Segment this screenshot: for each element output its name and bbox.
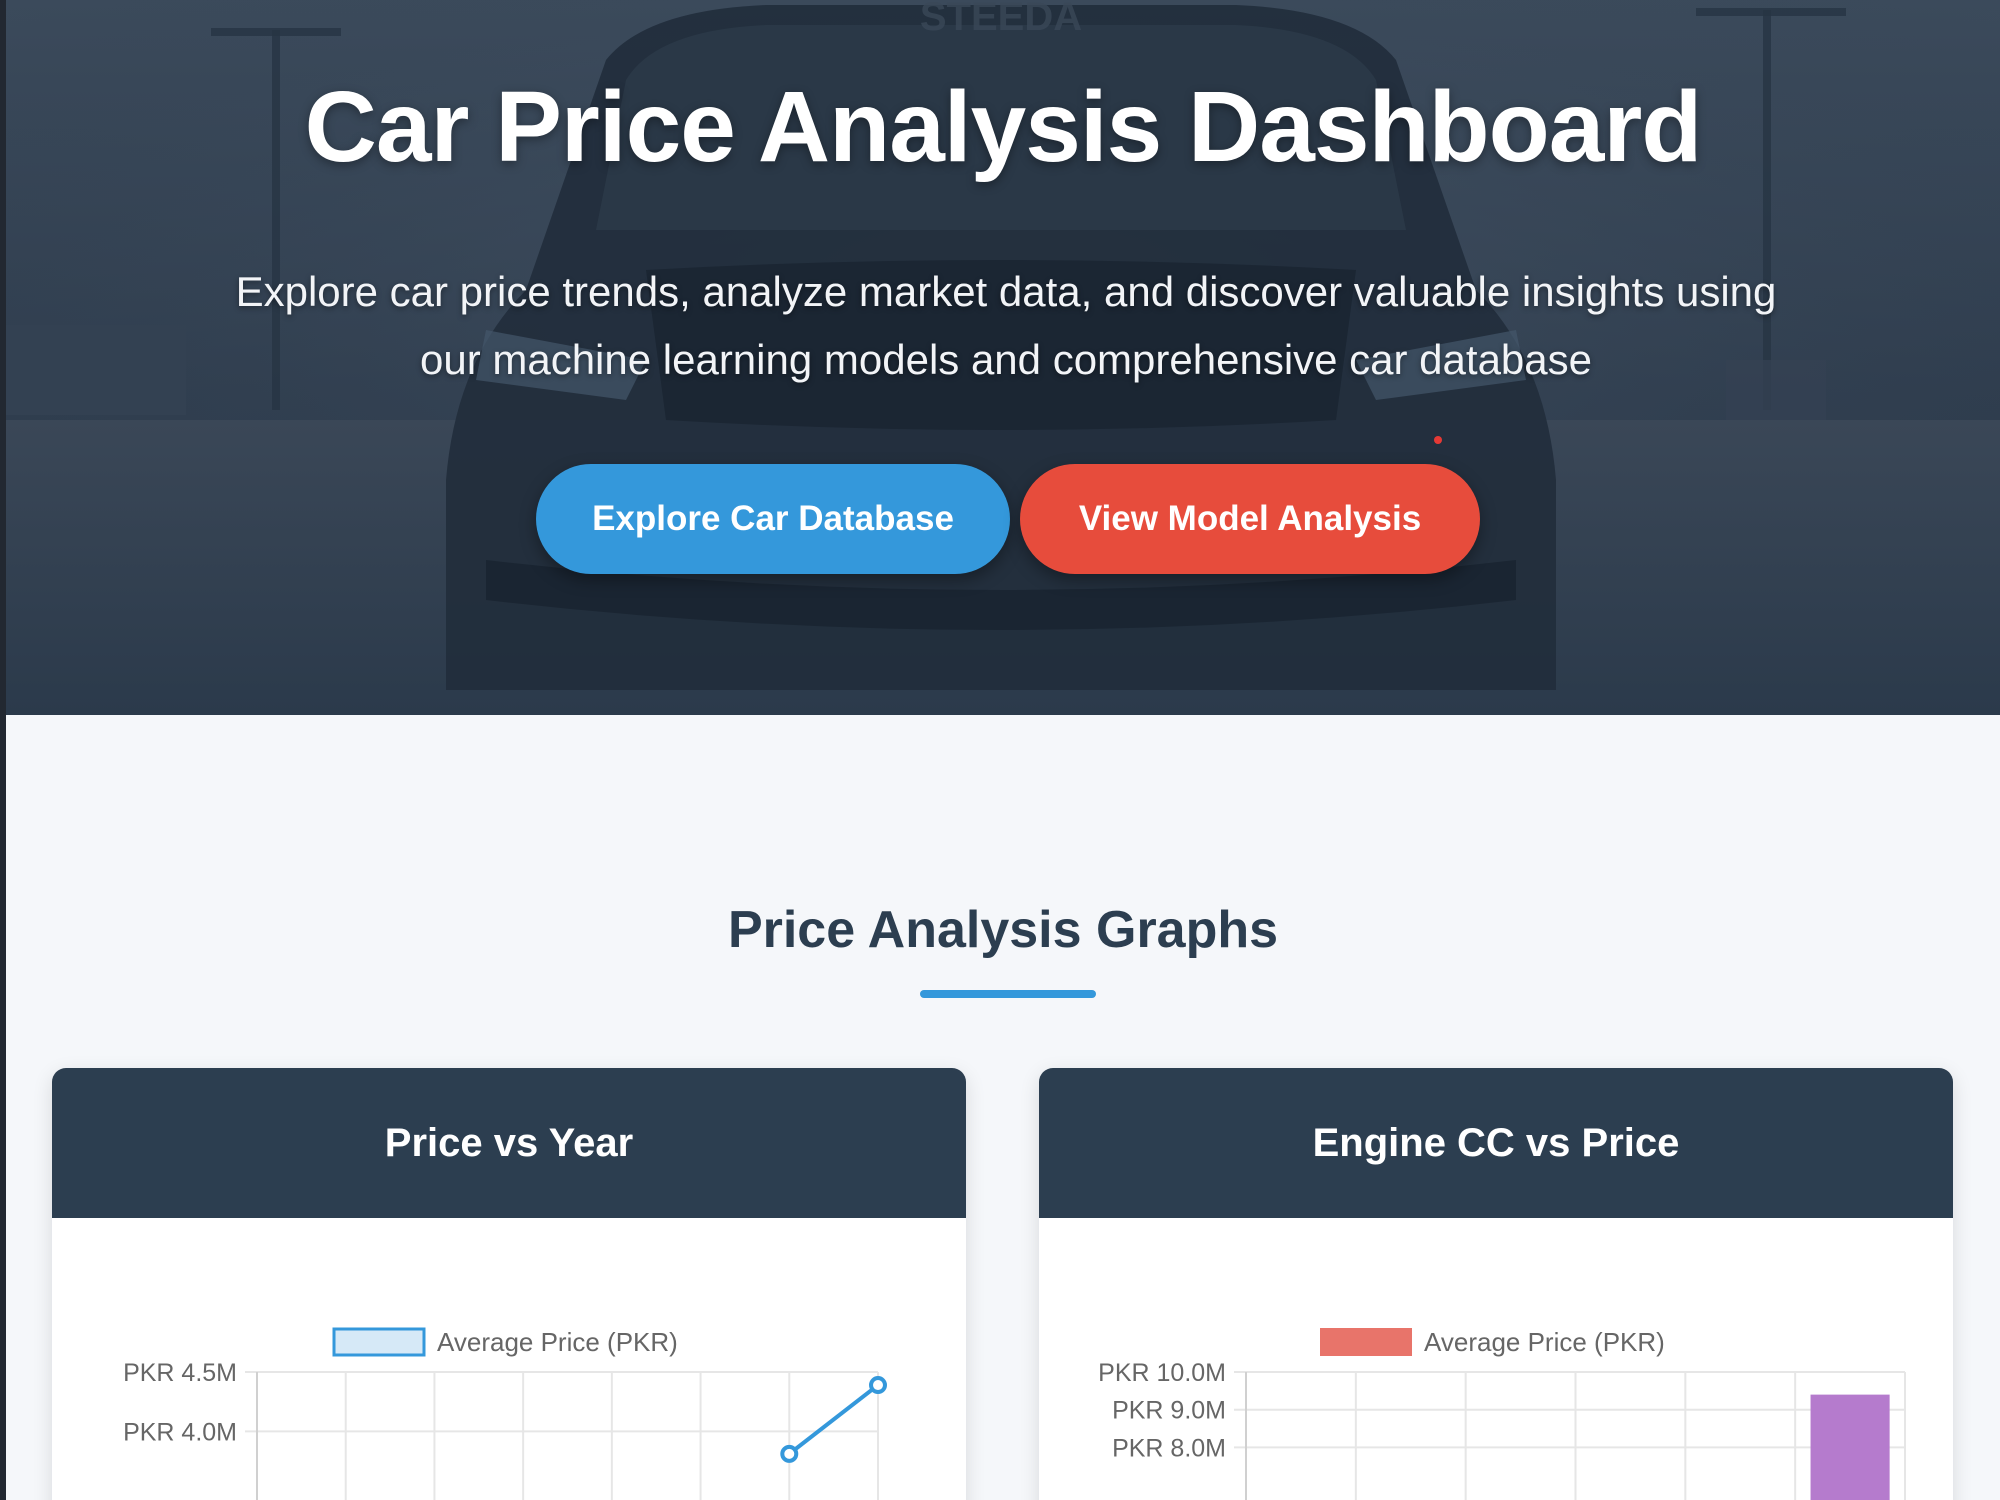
bar[interactable]: [1810, 1394, 1890, 1500]
chart-grid: [245, 1371, 879, 1500]
legend-swatch[interactable]: [332, 1327, 426, 1357]
price-vs-year-chart: Average Price (PKR) PKR 4.5M PKR 4.0M: [123, 1327, 887, 1500]
data-point[interactable]: [869, 1376, 887, 1395]
hero-title: Car Price Analysis Dashboard: [304, 71, 1703, 183]
explore-car-database-button[interactable]: Explore Car Database: [536, 464, 1010, 574]
legend-swatch[interactable]: [1320, 1328, 1412, 1356]
section-title: Price Analysis Graphs: [727, 901, 1279, 959]
section-title-underline: [920, 990, 1096, 998]
engine-cc-vs-price-card-title: Engine CC vs Price: [1039, 1068, 1953, 1218]
y-axis-ticks: PKR 10.0M PKR 9.0M PKR 8.0M: [1098, 1359, 1226, 1462]
y-axis-ticks: PKR 4.5M PKR 4.0M: [123, 1359, 237, 1446]
y-tick-label: PKR 10.0M: [1098, 1359, 1226, 1387]
chart-grid: [1234, 1371, 1906, 1500]
price-vs-year-card-title: Price vs Year: [52, 1068, 966, 1218]
engine-cc-vs-price-chart: Average Price (PKR) PKR 10.0MPKR 9.0MPKR…: [1098, 1327, 1906, 1500]
legend-label: Average Price (PKR): [1424, 1327, 1665, 1357]
y-tick-label: PKR 4.0M: [123, 1418, 237, 1446]
page: STEEDA Car Price Analysis Dashboard Expl…: [0, 0, 2000, 1500]
bar-series: [1810, 1394, 1890, 1500]
engine-cc-vs-price-card: Engine CC vs Price Average Price (PKR) P…: [1039, 1068, 1953, 1500]
y-tick-label: PKR 4.5M: [123, 1359, 237, 1387]
y-tick-label: PKR 8.0M: [1112, 1434, 1226, 1462]
svg-text:STEEDA: STEEDA: [920, 0, 1082, 39]
data-point[interactable]: [780, 1444, 799, 1463]
view-model-analysis-button[interactable]: View Model Analysis: [1020, 464, 1480, 574]
line-series: [780, 1376, 887, 1463]
legend-label: Average Price (PKR): [437, 1327, 678, 1357]
line-series-path: [788, 1383, 880, 1456]
price-vs-year-card: Price vs Year Average Price (PKR) PKR 4.…: [52, 1068, 966, 1500]
hero-banner: STEEDA Car Price Analysis Dashboard Expl…: [6, 0, 2000, 715]
y-tick-label: PKR 9.0M: [1112, 1397, 1226, 1425]
hero-subtitle: Explore car price trends, analyze market…: [235, 268, 1777, 383]
